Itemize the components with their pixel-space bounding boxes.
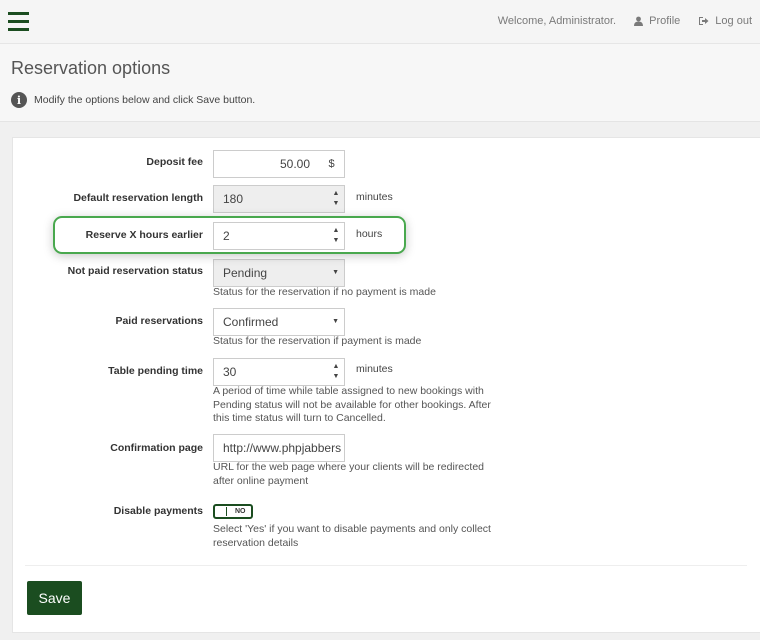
paid-reservations-label: Paid reservations	[115, 315, 203, 327]
reserve-hours-spinner[interactable]: ▲ ▼	[328, 223, 344, 249]
default-length-spinner[interactable]: ▲ ▼	[328, 186, 344, 212]
title-area: Reservation options i Modify the options…	[0, 44, 760, 122]
disable-payments-help-1: Select 'Yes' if you want to disable paym…	[213, 523, 491, 535]
table-pending-input[interactable]: 30 ▲ ▼	[213, 358, 345, 386]
page-title: Reservation options	[11, 58, 171, 78]
disable-payments-label: Disable payments	[113, 505, 203, 517]
reserve-hours-input[interactable]: 2 ▲ ▼	[213, 222, 345, 250]
toggle-state-text: NO	[235, 508, 246, 515]
table-pending-unit: minutes	[356, 363, 393, 375]
not-paid-status-value: Pending	[223, 266, 268, 280]
info-message: i Modify the options below and click Sav…	[11, 92, 255, 108]
table-pending-help-2: Pending status will not be available for…	[213, 398, 491, 411]
default-length-input[interactable]: 180 ▲ ▼	[213, 185, 345, 213]
form-divider	[25, 565, 747, 566]
deposit-fee-label: Deposit fee	[146, 156, 203, 168]
table-pending-help-1: A period of time while table assigned to…	[213, 385, 484, 397]
top-bar: Welcome, Administrator. Profile Log out	[0, 0, 760, 44]
default-length-value: 180	[223, 192, 244, 206]
confirmation-page-input[interactable]: http://www.phpjabbers	[213, 434, 345, 462]
confirmation-page-help-1: URL for the web page where your clients …	[213, 461, 484, 473]
spin-down-icon[interactable]: ▼	[333, 372, 340, 382]
disable-payments-help-2: reservation details	[213, 536, 299, 549]
toggle-knob[interactable]	[216, 507, 227, 516]
paid-reservations-value: Confirmed	[223, 315, 279, 329]
save-button[interactable]: Save	[27, 581, 82, 615]
spin-down-icon[interactable]: ▼	[333, 236, 340, 246]
disable-payments-toggle[interactable]: NO	[213, 504, 253, 519]
paid-reservations-help: Status for the reservation if payment is…	[213, 335, 422, 347]
chevron-down-icon: ▼	[332, 269, 339, 276]
chevron-down-icon: ▼	[332, 318, 339, 325]
confirmation-page-label: Confirmation page	[110, 442, 203, 454]
not-paid-status-help: Status for the reservation if no payment…	[213, 286, 436, 298]
default-length-unit: minutes	[356, 191, 393, 203]
not-paid-status-label: Not paid reservation status	[67, 265, 203, 277]
spin-down-icon[interactable]: ▼	[333, 199, 340, 209]
spin-up-icon[interactable]: ▲	[333, 189, 340, 199]
logout-icon	[699, 17, 709, 25]
options-form: Deposit fee 50.00 $ Default reservation …	[12, 137, 760, 633]
profile-label: Profile	[649, 15, 681, 27]
welcome-text: Welcome, Administrator.	[497, 15, 617, 27]
reserve-hours-label: Reserve X hours earlier	[85, 229, 203, 241]
info-text: Modify the options below and click Save …	[34, 94, 256, 106]
reserve-hours-unit: hours	[356, 228, 383, 240]
spin-up-icon[interactable]: ▲	[333, 226, 340, 236]
confirmation-page-help-2: after online payment	[213, 474, 309, 487]
user-icon	[634, 16, 644, 26]
logout-link[interactable]: Log out	[698, 15, 752, 27]
logout-label: Log out	[715, 15, 752, 27]
currency-addon: $	[319, 150, 345, 178]
deposit-fee-input[interactable]: 50.00	[213, 150, 320, 178]
profile-link[interactable]: Profile	[634, 15, 680, 27]
user-nav: Welcome, Administrator. Profile Log out	[498, 15, 752, 27]
paid-reservations-select[interactable]: Confirmed ▼	[213, 308, 345, 336]
default-length-label: Default reservation length	[73, 192, 203, 204]
spin-up-icon[interactable]: ▲	[333, 362, 340, 372]
table-pending-value: 30	[223, 365, 237, 379]
menu-icon[interactable]	[8, 12, 29, 32]
table-pending-spinner[interactable]: ▲ ▼	[328, 359, 344, 385]
table-pending-label: Table pending time	[108, 365, 203, 377]
info-icon: i	[11, 92, 27, 108]
table-pending-help-3: this time status will turn to Cancelled.	[213, 412, 386, 424]
not-paid-status-select[interactable]: Pending ▼	[213, 259, 345, 287]
reserve-hours-value: 2	[223, 229, 230, 243]
